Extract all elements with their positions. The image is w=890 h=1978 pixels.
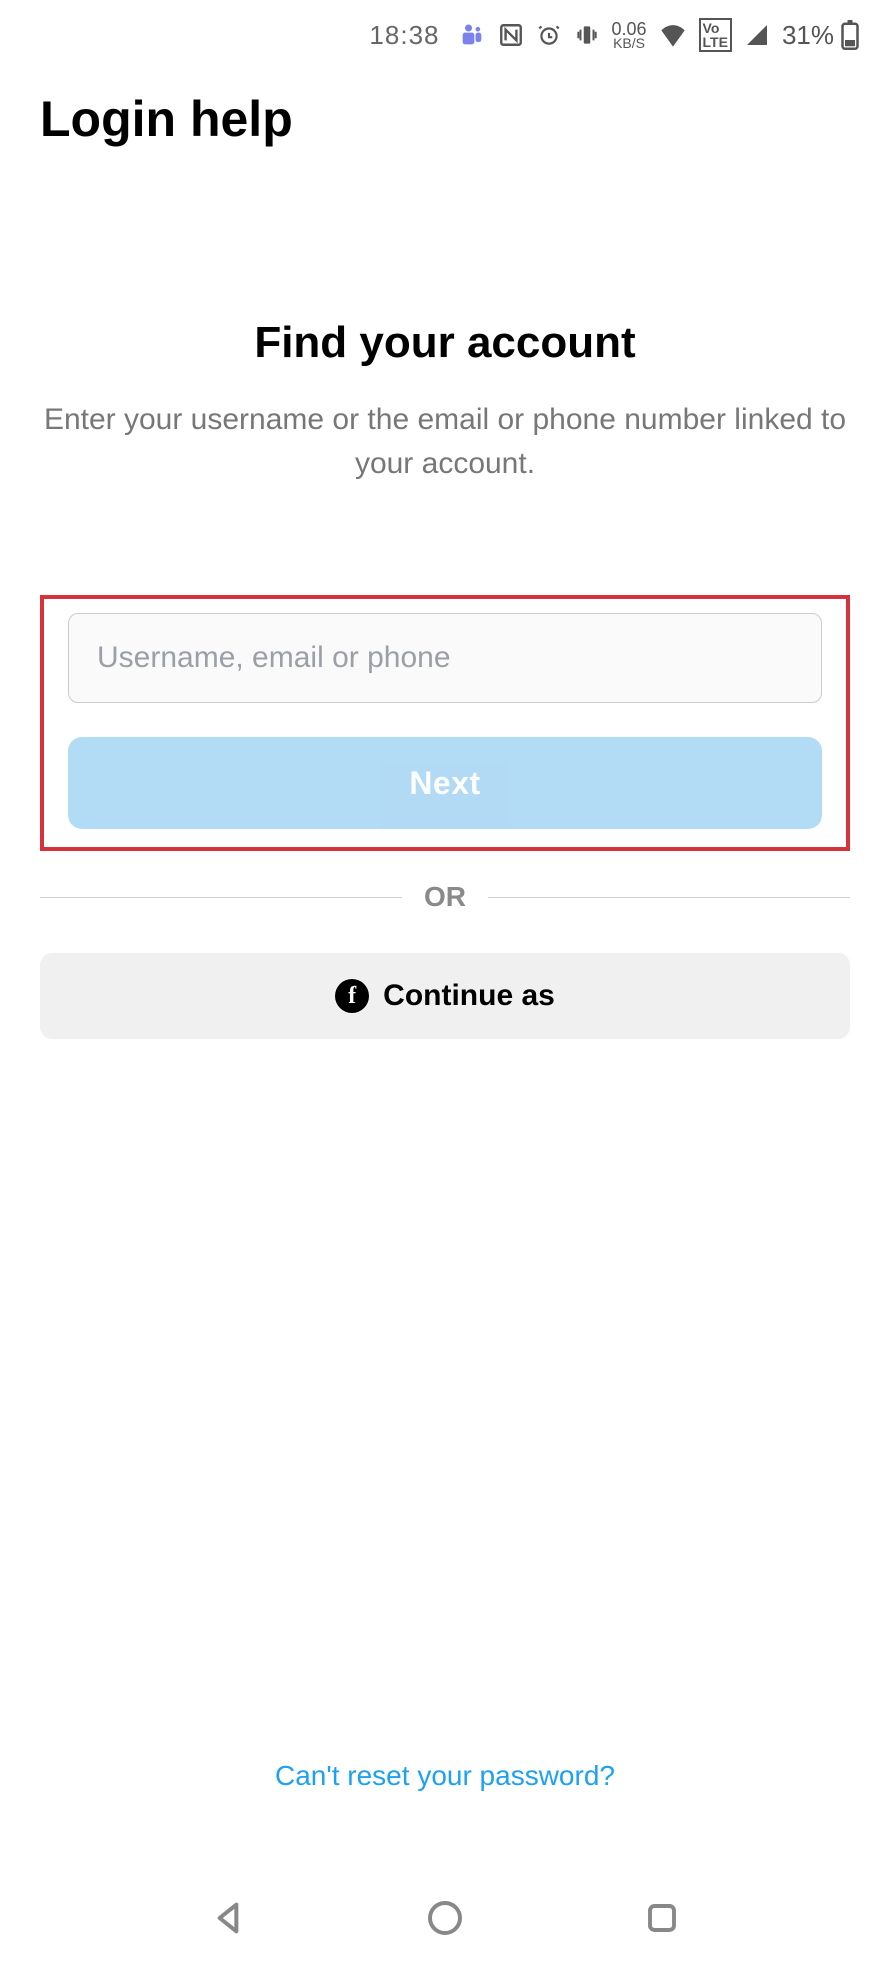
volte-icon: VoLTE (699, 18, 732, 52)
continue-label: Continue as (383, 979, 555, 1013)
nav-recent-button[interactable] (636, 1892, 688, 1944)
main-content: Find your account Enter your username or… (0, 318, 890, 1039)
next-button[interactable]: Next (68, 737, 822, 829)
find-account-subtitle: Enter your username or the email or phon… (40, 398, 850, 485)
cant-reset-link[interactable]: Can't reset your password? (0, 1760, 890, 1792)
or-label: OR (424, 881, 466, 913)
header: Login help (0, 70, 890, 148)
battery-icon (840, 20, 860, 50)
nfc-icon (498, 22, 524, 48)
highlight-box: Next (40, 595, 850, 851)
divider-line (40, 897, 402, 898)
signal-icon (744, 23, 770, 47)
net-speed-indicator: 0.06 KB/S (612, 21, 647, 50)
battery-indicator: 31% (782, 20, 860, 51)
find-account-title: Find your account (40, 318, 850, 368)
status-bar: 18:38 0.06 KB/S VoLTE 31% (0, 0, 890, 70)
divider-line (488, 897, 850, 898)
status-time: 18:38 (369, 20, 439, 51)
battery-percent: 31% (782, 20, 834, 51)
or-separator: OR (40, 881, 850, 913)
nav-back-button[interactable] (202, 1892, 254, 1944)
net-speed-unit: KB/S (613, 37, 645, 50)
username-input[interactable] (68, 613, 822, 703)
facebook-icon: f (335, 979, 369, 1013)
page-title: Login help (40, 90, 850, 148)
vibrate-icon (574, 22, 600, 48)
nav-home-button[interactable] (419, 1892, 471, 1944)
android-nav-bar (0, 1858, 890, 1978)
alarm-icon (536, 22, 562, 48)
continue-facebook-button[interactable]: f Continue as (40, 953, 850, 1039)
teams-icon (458, 21, 486, 49)
wifi-icon (659, 23, 687, 47)
